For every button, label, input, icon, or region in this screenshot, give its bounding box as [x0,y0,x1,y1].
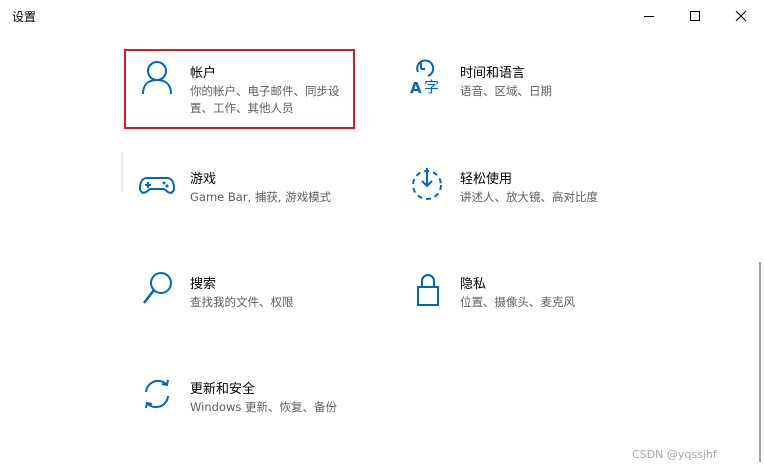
highlight-box [124,49,355,129]
divider [121,152,123,192]
time-language-icon: A 字 [410,59,439,96]
title-bar: 设置 [0,0,764,32]
scrollbar[interactable] [759,262,761,462]
tile-gaming-title: 游戏 [190,172,217,187]
tile-ease-of-access-title: 轻松使用 [460,172,513,187]
lock-icon [417,274,439,306]
tile-search[interactable]: 搜索 查找我的文件、权限 [128,263,358,343]
close-icon [735,10,747,22]
tile-search-description: 查找我的文件、权限 [190,295,294,309]
maximize-button[interactable] [672,0,718,32]
close-button[interactable] [718,0,764,32]
gamepad-icon [138,177,176,194]
minimize-icon [644,16,654,17]
tile-time-language-title: 时间和语言 [460,66,526,81]
tile-update-security-description: Windows 更新、恢复、备份 [190,400,337,414]
minimize-button[interactable] [626,0,672,32]
tile-time-language-description: 语音、区域、日期 [460,84,552,98]
tile-update-security-title: 更新和安全 [190,382,256,397]
svg-text:字: 字 [424,78,439,96]
window-title: 设置 [12,10,37,24]
tile-privacy[interactable]: 隐私 位置、摄像头、麦克风 [398,263,628,343]
tile-gaming[interactable]: 游戏 Game Bar, 捕获, 游戏模式 [128,158,358,238]
tile-time-language[interactable]: A 字 时间和语言 语音、区域、日期 [398,52,628,132]
tile-search-title: 搜索 [190,277,217,292]
search-icon [143,272,172,304]
tile-update-security[interactable]: 更新和安全 Windows 更新、恢复、备份 [128,368,358,448]
ease-of-access-icon [412,168,442,200]
tile-ease-of-access[interactable]: 轻松使用 讲述人、放大镜、高对比度 [398,158,628,238]
svg-text:A: A [410,79,422,96]
tile-privacy-description: 位置、摄像头、麦克风 [460,295,575,309]
maximize-icon [690,11,700,21]
tile-privacy-title: 隐私 [460,277,487,292]
tile-gaming-description: Game Bar, 捕获, 游戏模式 [190,190,332,204]
sync-icon [145,379,169,409]
tile-ease-of-access-description: 讲述人、放大镜、高对比度 [460,190,598,204]
watermark: CSDN @yqssjhf [632,448,717,461]
